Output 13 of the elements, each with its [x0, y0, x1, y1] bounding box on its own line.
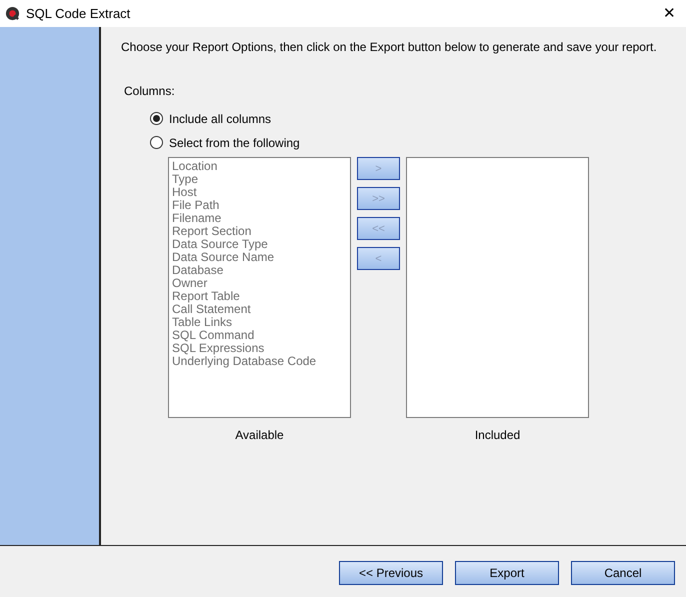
radio-option[interactable]: Include all columns — [150, 111, 300, 126]
app-logo-icon — [5, 6, 20, 21]
footer-button[interactable]: Cancel — [571, 560, 675, 584]
columns-label: Columns: — [124, 84, 175, 98]
close-button[interactable]: ✕ — [663, 6, 676, 21]
footer-button[interactable]: Export — [455, 560, 559, 584]
included-list[interactable] — [406, 157, 589, 418]
radio-option[interactable]: Select from the following — [150, 135, 300, 150]
instruction-text: Choose your Report Options, then click on the Export button below to generate and save your report. — [121, 40, 657, 54]
available-label: Available — [235, 428, 284, 442]
window-title: SQL Code Extract — [26, 6, 130, 21]
footer-button[interactable]: << Previous — [339, 560, 443, 584]
included-label: Included — [474, 428, 520, 442]
